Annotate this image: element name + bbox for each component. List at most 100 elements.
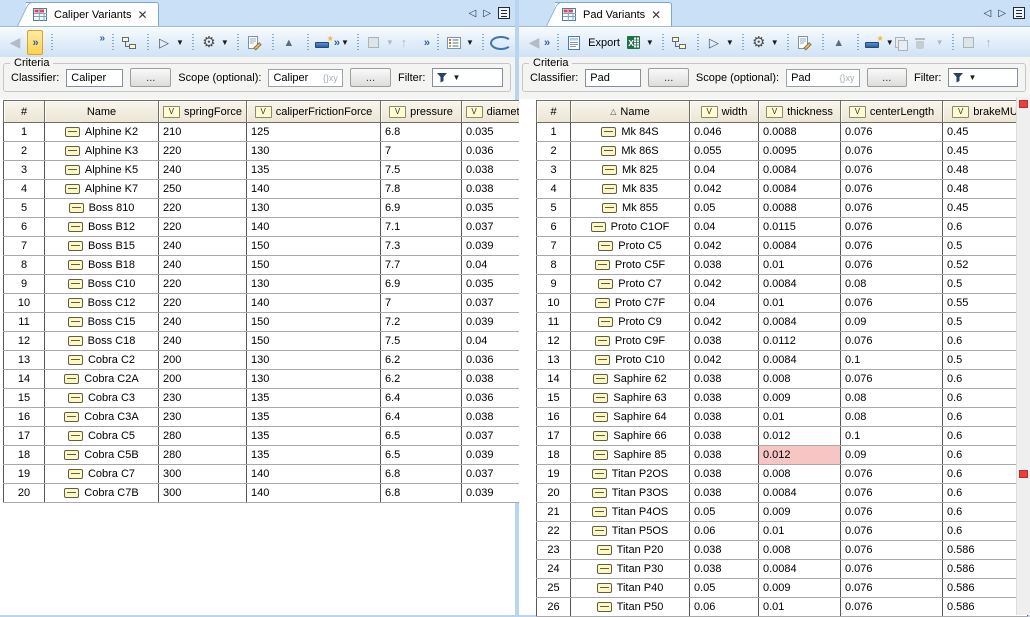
row-number-cell[interactable]: 17 [4, 427, 45, 446]
run-icon[interactable]: ▷ [155, 32, 173, 54]
value-cell[interactable]: 0.48 [943, 180, 1028, 199]
value-cell[interactable]: 0.009 [759, 503, 841, 522]
value-cell[interactable]: 0.6 [943, 522, 1028, 541]
toolbar-grip[interactable] [307, 34, 309, 51]
value-cell[interactable]: 130 [247, 199, 381, 218]
toolbar-grip[interactable] [357, 34, 359, 51]
classifier-browse-button[interactable]: ... [648, 68, 688, 87]
name-cell[interactable]: Boss C15 [45, 313, 159, 332]
value-cell[interactable]: 230 [159, 408, 247, 427]
value-cell[interactable]: 0.046 [690, 123, 759, 142]
row-number-cell[interactable]: 4 [537, 180, 571, 199]
scroll-tabs-left-icon[interactable]: ◁ [469, 8, 477, 19]
column-header-name[interactable]: △Name [571, 101, 690, 123]
row-number-cell[interactable]: 7 [537, 237, 571, 256]
value-cell[interactable]: 140 [247, 465, 381, 484]
value-cell[interactable]: 0.038 [690, 541, 759, 560]
value-cell[interactable]: 0.09 [841, 446, 943, 465]
value-cell[interactable]: 0.076 [841, 579, 943, 598]
toolbar-grip[interactable] [51, 34, 53, 51]
value-cell[interactable]: 220 [159, 218, 247, 237]
name-cell[interactable]: Saphire 66 [571, 427, 690, 446]
name-cell[interactable]: Titan P20 [571, 541, 690, 560]
value-cell[interactable]: 6.9 [381, 275, 462, 294]
value-cell[interactable]: 0.008 [759, 465, 841, 484]
name-cell[interactable]: Proto C9 [571, 313, 690, 332]
name-cell[interactable]: Cobra C3 [45, 389, 159, 408]
column-header-name[interactable]: Name [45, 101, 159, 123]
new-element-icon[interactable]: ★ [865, 36, 883, 50]
column-header-row[interactable]: # [4, 101, 45, 123]
value-cell[interactable]: 0.01 [759, 294, 841, 313]
name-cell[interactable]: Saphire 63 [571, 389, 690, 408]
value-cell[interactable]: 135 [247, 408, 381, 427]
value-cell[interactable]: 150 [247, 237, 381, 256]
value-cell[interactable]: 0.009 [759, 389, 841, 408]
value-cell[interactable]: 0.04 [690, 294, 759, 313]
value-cell[interactable]: 300 [159, 484, 247, 503]
name-cell[interactable]: Alphine K7 [45, 180, 159, 199]
error-marker[interactable] [1019, 470, 1028, 478]
value-cell[interactable]: 140 [247, 180, 381, 199]
row-number-cell[interactable]: 9 [4, 275, 45, 294]
name-cell[interactable]: Cobra C2 [45, 351, 159, 370]
value-cell[interactable]: 220 [159, 294, 247, 313]
row-number-cell[interactable]: 16 [537, 408, 571, 427]
value-cell[interactable]: 0.042 [690, 180, 759, 199]
row-number-cell[interactable]: 19 [537, 465, 571, 484]
value-cell[interactable]: 6.5 [381, 446, 462, 465]
value-cell[interactable]: 125 [247, 123, 381, 142]
toolbar-grip[interactable] [237, 34, 239, 51]
toolbar-grip[interactable] [557, 34, 559, 51]
row-number-cell[interactable]: 16 [4, 408, 45, 427]
value-cell[interactable]: 0.076 [841, 123, 943, 142]
row-number-cell[interactable]: 4 [4, 180, 45, 199]
toolbar-grip[interactable] [857, 34, 859, 51]
scope-browse-button[interactable]: ... [350, 68, 391, 87]
name-cell[interactable]: Cobra C3A [45, 408, 159, 427]
value-cell[interactable]: 220 [159, 275, 247, 294]
value-cell[interactable]: 0.0084 [759, 351, 841, 370]
value-cell[interactable]: 0.01 [759, 256, 841, 275]
toolbar-grip[interactable] [787, 34, 789, 51]
value-cell[interactable]: 0.6 [943, 332, 1028, 351]
toolbar-grip[interactable] [742, 34, 744, 51]
column-header-caliperFrictionForce[interactable]: VcaliperFrictionForce [247, 101, 381, 123]
name-cell[interactable]: Boss B15 [45, 237, 159, 256]
toolbar-grip[interactable] [437, 34, 439, 51]
value-cell[interactable]: 240 [159, 332, 247, 351]
value-cell[interactable]: 140 [247, 218, 381, 237]
new-element-icon[interactable]: ★ [315, 36, 333, 50]
value-cell[interactable]: 250 [159, 180, 247, 199]
toolbar-grip[interactable] [147, 34, 149, 51]
name-cell[interactable]: Cobra C5 [45, 427, 159, 446]
chevron-down-icon[interactable]: ▼ [341, 38, 349, 47]
value-cell[interactable]: 6.8 [381, 484, 462, 503]
value-cell[interactable]: 0.076 [841, 598, 943, 617]
name-cell[interactable]: Titan P4OS [571, 503, 690, 522]
value-cell[interactable]: 0.5 [943, 237, 1028, 256]
value-cell[interactable]: 0.1 [841, 427, 943, 446]
row-number-cell[interactable]: 18 [537, 446, 571, 465]
name-cell[interactable]: Mk 86S [571, 142, 690, 161]
name-cell[interactable]: Proto C7 [571, 275, 690, 294]
name-cell[interactable]: Mk 84S [571, 123, 690, 142]
name-cell[interactable]: Alphine K3 [45, 142, 159, 161]
tab-caliper-variants[interactable]: Caliper Variants ✕ [26, 2, 159, 26]
value-cell[interactable]: 0.0112 [759, 332, 841, 351]
value-cell[interactable]: 7.2 [381, 313, 462, 332]
value-cell[interactable]: 0.076 [841, 256, 943, 275]
row-number-cell[interactable]: 13 [4, 351, 45, 370]
value-cell[interactable]: 0.05 [690, 579, 759, 598]
value-cell[interactable]: 0.076 [841, 180, 943, 199]
name-cell[interactable]: Cobra C7 [45, 465, 159, 484]
value-cell[interactable]: 0.08 [841, 389, 943, 408]
value-cell[interactable]: 0.0084 [759, 560, 841, 579]
toolbar-grip[interactable] [662, 34, 664, 51]
value-cell[interactable]: 6.8 [381, 465, 462, 484]
name-cell[interactable]: Titan P40 [571, 579, 690, 598]
value-cell[interactable]: 0.038 [690, 427, 759, 446]
tab-pad-variants[interactable]: Pad Variants ✕ [555, 2, 672, 26]
column-header-pressure[interactable]: Vpressure [381, 101, 462, 123]
value-cell[interactable]: 0.0084 [759, 484, 841, 503]
